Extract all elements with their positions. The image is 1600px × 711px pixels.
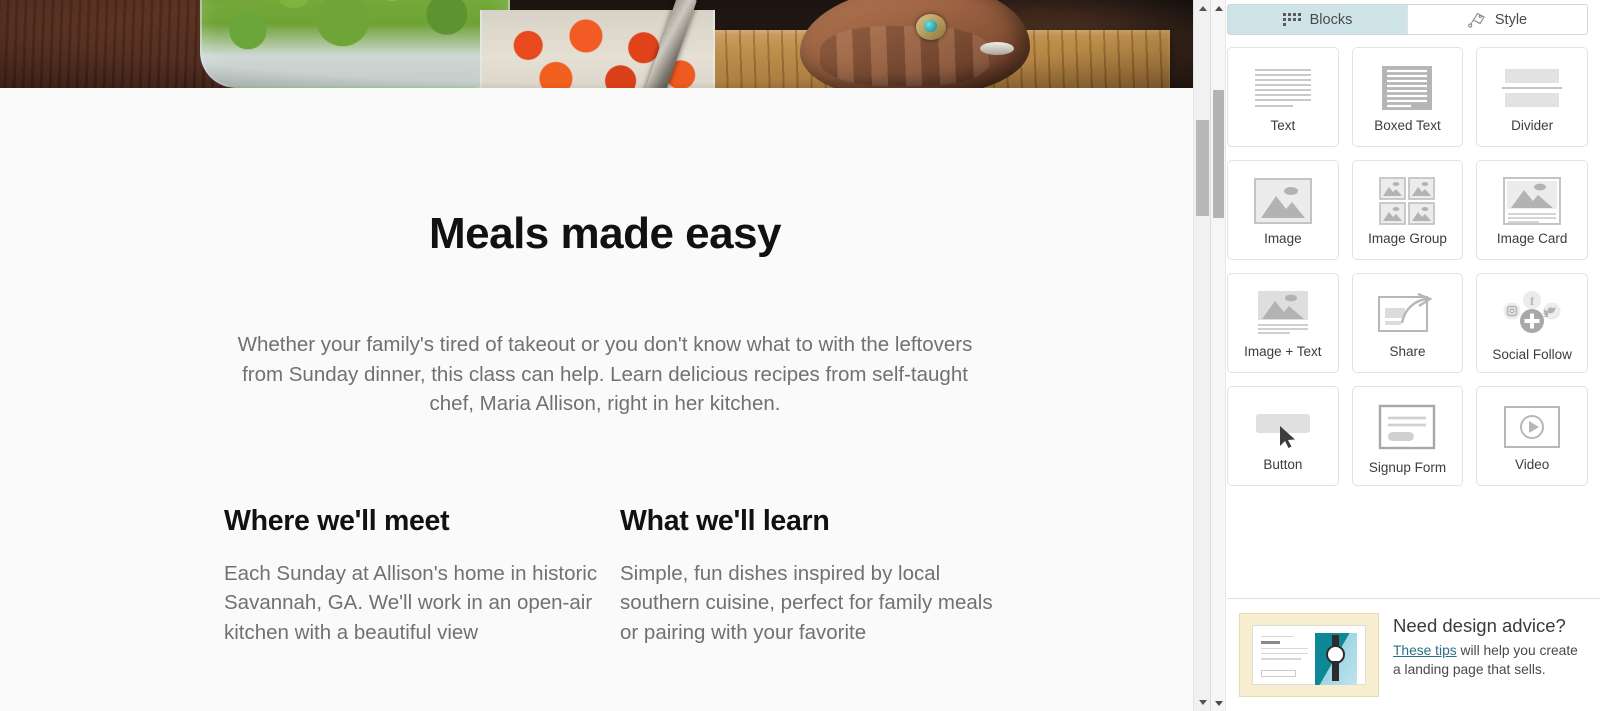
tab-blocks[interactable]: Blocks	[1228, 5, 1408, 34]
column-heading: What we'll learn	[620, 504, 830, 537]
thumbnail-button	[1261, 669, 1296, 677]
block-social-follow[interactable]: f Social Follow	[1476, 273, 1588, 373]
panel-scroll-up-arrow-icon[interactable]	[1211, 1, 1226, 15]
page-content: Meals made easy Whether your family's ti…	[0, 209, 1210, 648]
design-advice-thumbnail	[1239, 613, 1379, 697]
column-where-well-meet[interactable]: Where we'll meet Each Sunday at Allison'…	[224, 505, 620, 648]
grid-dots-icon	[1282, 13, 1301, 26]
button-cursor-icon	[1250, 400, 1316, 454]
block-image-group[interactable]: Image Group	[1351, 160, 1464, 260]
thumbnail-product-image	[1315, 633, 1357, 685]
block-boxed-text[interactable]: Boxed Text	[1351, 47, 1464, 147]
app-root: Meals made easy Whether your family's ti…	[0, 0, 1600, 711]
image-group-icon	[1379, 174, 1436, 228]
signup-form-icon	[1378, 400, 1436, 454]
boxed-text-icon	[1381, 61, 1433, 115]
block-label: Video	[1515, 457, 1550, 472]
video-play-icon	[1503, 400, 1561, 454]
block-label: Text	[1270, 118, 1296, 133]
text-lines-icon	[1253, 61, 1313, 115]
block-label: Image	[1264, 231, 1302, 246]
social-follow-icon: f	[1499, 287, 1565, 341]
panel-scroll-down-arrow-icon[interactable]	[1211, 696, 1226, 710]
block-label: Image + Text	[1244, 344, 1322, 359]
panel-tabs: Blocks Style	[1227, 4, 1588, 35]
divider-icon	[1502, 61, 1563, 115]
tab-blocks-label: Blocks	[1309, 11, 1353, 28]
block-label: Divider	[1511, 118, 1554, 133]
block-video[interactable]: Video	[1476, 386, 1588, 486]
block-image-text[interactable]: Image + Text	[1227, 273, 1339, 373]
design-advice-title: Need design advice?	[1393, 615, 1566, 636]
panel-scrollbar-thumb[interactable]	[1213, 90, 1224, 218]
design-advice-banner: Need design advice? These tips will help…	[1227, 598, 1600, 711]
blocks-panel: Blocks Style Text Boxed Text Divider Ima…	[1210, 0, 1600, 711]
block-share[interactable]: Share	[1351, 273, 1464, 373]
block-label: Share	[1389, 344, 1426, 359]
tab-style[interactable]: Style	[1407, 5, 1587, 34]
image-text-icon	[1254, 287, 1312, 341]
image-card-icon	[1503, 174, 1562, 228]
block-image-card[interactable]: Image Card	[1476, 160, 1588, 260]
block-label: Signup Form	[1368, 460, 1447, 475]
block-label: Image Group	[1368, 231, 1447, 246]
panel-vertical-scrollbar[interactable]	[1211, 0, 1226, 711]
thumbnail-text-lines	[1261, 633, 1308, 677]
share-arrow-icon	[1377, 287, 1437, 341]
image-icon	[1253, 174, 1312, 228]
block-label: Boxed Text	[1374, 118, 1441, 133]
paint-tag-icon	[1468, 12, 1486, 28]
column-heading: Where we'll meet	[224, 504, 450, 537]
block-button[interactable]: Button	[1227, 386, 1339, 486]
design-advice-body: These tips will help you create a landin…	[1393, 641, 1584, 679]
page-intro-paragraph[interactable]: Whether your family's tired of takeout o…	[225, 330, 985, 419]
column-body: Simple, fun dishes inspired by local sou…	[620, 561, 993, 644]
canvas-vertical-scrollbar[interactable]	[1193, 0, 1210, 711]
block-text[interactable]: Text	[1227, 47, 1339, 147]
hero-banner-image[interactable]	[0, 0, 1210, 88]
blocks-grid-area: Text Boxed Text Divider Image Image Grou…	[1227, 35, 1600, 486]
column-what-well-learn[interactable]: What we'll learn Simple, fun dishes insp…	[620, 505, 1016, 648]
block-signup-form[interactable]: Signup Form	[1351, 386, 1464, 486]
scroll-up-arrow-icon[interactable]	[1194, 0, 1210, 17]
blocks-grid: Text Boxed Text Divider Image Image Grou…	[1227, 47, 1588, 486]
page-headline[interactable]: Meals made easy	[0, 209, 1210, 258]
kitchen-photo	[0, 0, 1210, 88]
block-label: Social Follow	[1492, 347, 1572, 362]
canvas-scrollbar-thumb[interactable]	[1196, 120, 1209, 216]
block-label: Button	[1263, 457, 1303, 472]
block-image[interactable]: Image	[1227, 160, 1339, 260]
block-label: Image Card	[1496, 231, 1568, 246]
block-divider[interactable]: Divider	[1476, 47, 1588, 147]
column-body: Each Sunday at Allison's home in histori…	[224, 561, 598, 644]
design-advice-text: Need design advice? These tips will help…	[1393, 613, 1584, 679]
two-column-section: Where we'll meet Each Sunday at Allison'…	[224, 505, 1210, 648]
page-preview-canvas[interactable]: Meals made easy Whether your family's ti…	[0, 0, 1210, 711]
scroll-down-arrow-icon[interactable]	[1194, 694, 1210, 711]
tab-style-label: Style	[1494, 11, 1528, 28]
design-tips-link[interactable]: These tips	[1393, 643, 1457, 658]
